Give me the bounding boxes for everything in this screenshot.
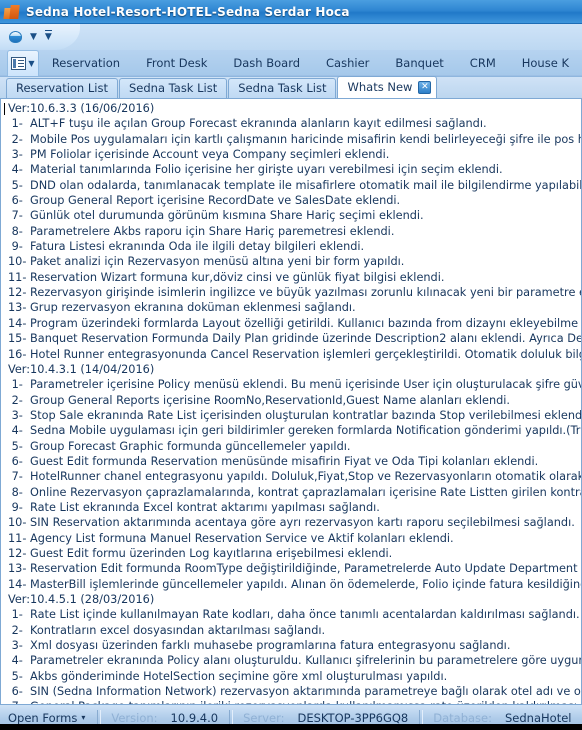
document-tab-strip: Reservation List Sedna Task List Sedna T…	[0, 76, 582, 99]
changelog-item: 9- Fatura Listesi ekranında Oda ile ilgi…	[8, 240, 365, 254]
version-header: Ver:10.6.3.3 (16/06/2016)	[8, 102, 155, 115]
changelog-item: 1- Parametreler içerisine Policy menüsü …	[11, 378, 581, 392]
application-menu-icon	[11, 57, 27, 70]
changelog-item: 2- Mobile Pos uygulamaları için kartlı ç…	[11, 132, 581, 146]
chevron-down-icon: ▾	[81, 713, 86, 722]
document-tab-reservation-list[interactable]: Reservation List	[6, 78, 118, 98]
document-tab-sedna-task-list-1[interactable]: Sedna Task List	[118, 78, 228, 98]
changelog-item: 3- Stop Sale ekranında Rate List içerisi…	[8, 408, 581, 422]
close-icon[interactable]: ✕	[418, 81, 432, 94]
save-icon[interactable]	[9, 31, 22, 43]
database-value: SednaHotel	[505, 710, 572, 725]
document-tab-sedna-task-list-2[interactable]: Sedna Task List	[228, 78, 337, 98]
changelog-item: 9- Rate List ekranında Excel kontrat akt…	[8, 500, 380, 514]
changelog-item: 3- PM Foliolar içerisinde Account veya C…	[8, 148, 390, 162]
ribbon-tab-dash-board[interactable]: Dash Board	[220, 50, 313, 76]
open-forms-button[interactable]: Open Forms ▾	[6, 711, 93, 725]
quick-access-toolbar: ▼ ▼	[0, 24, 582, 50]
server-value: DESKTOP-3PP6GQ8	[297, 710, 409, 725]
chevron-down-icon: ▼	[28, 58, 35, 68]
application-menu-button[interactable]: ▼	[7, 50, 39, 76]
version-label: Version:	[111, 710, 158, 725]
changelog-item: 3- Xml dosyası üzerinden farklı muhasebe…	[8, 639, 511, 653]
changelog-item: 1- Rate List içinde kullanılmayan Rate k…	[8, 608, 580, 622]
changelog-item: 14- MasterBill işlemlerinde güncellemele…	[8, 577, 581, 591]
changelog-item: 6- SIN (Sedna Information Network) rezer…	[11, 685, 581, 699]
changelog-item: 4- Parametreler ekranında Policy alanı o…	[11, 654, 581, 668]
whats-new-content-panel: Ver:10.6.3.3 (16/06/2016) 1- ALT+F tuşu …	[0, 99, 582, 704]
changelog-item: 13- Grup rezervasyon ekranına doküman ek…	[8, 301, 356, 315]
changelog-item: 12- Guest Edit formu üzerinden Log kayıt…	[8, 546, 393, 560]
changelog-item: 10- SIN Reservation aktarımında acentaya…	[8, 516, 575, 530]
changelog-item: 11- Agency List formuna Manuel Reservati…	[8, 531, 454, 545]
customize-quick-access-icon[interactable]: ▼	[44, 29, 52, 42]
changelog-item: 15- Banquet Reservation Formunda Daily P…	[8, 332, 581, 346]
changelog-item: 16- Hotel Runner entegrasyonunda Cancel …	[8, 347, 581, 361]
version-header: Ver:10.4.5.1 (28/03/2016)	[8, 593, 155, 606]
changelog-item: 2- Group General Reports içerisine RoomN…	[8, 393, 511, 407]
changelog-item: 10- Paket analizi için Rezervasyon menüs…	[8, 255, 405, 269]
changelog-item: 7- HotelRunner chanel entegrasyonu yapıl…	[11, 470, 581, 484]
ribbon-tab-crm[interactable]: CRM	[457, 50, 509, 76]
ribbon-tab-strip: ▼ Reservation Front Desk Dash Board Cash…	[0, 50, 582, 77]
server-label: Server:	[243, 710, 285, 725]
database-label: Database:	[433, 710, 492, 725]
text-caret	[4, 103, 5, 115]
changelog-item: 7- General Package tanımlarının ileriki …	[8, 699, 581, 704]
application-window: Sedna Hotel-Resort-HOTEL-Sedna Serdar Ho…	[0, 0, 582, 730]
changelog-item: 4- Sedna Mobile uygulaması için geri bil…	[11, 424, 581, 438]
screen-edge	[0, 724, 582, 730]
changelog-item: 8- Parametrelere Akbs raporu için Share …	[8, 224, 395, 238]
ribbon-tab-front-desk[interactable]: Front Desk	[133, 50, 220, 76]
title-bar: Sedna Hotel-Resort-HOTEL-Sedna Serdar Ho…	[0, 0, 582, 24]
changelog-item: 5- Akbs gönderiminde HotelSection seçimi…	[8, 669, 448, 683]
changelog-item: 11- Reservation Wizart formuna kur,döviz…	[8, 270, 445, 284]
open-forms-label: Open Forms	[8, 710, 78, 725]
changelog-text: Ver:10.6.3.3 (16/06/2016) 1- ALT+F tuşu …	[3, 101, 581, 704]
window-title: Sedna Hotel-Resort-HOTEL-Sedna Serdar Ho…	[26, 4, 350, 19]
changelog-item: 6- Guest Edit formunda Reservation menüs…	[8, 454, 539, 468]
ribbon-tab-housekeeping[interactable]: House K	[509, 50, 582, 76]
document-tab-whats-new[interactable]: Whats New ✕	[337, 76, 438, 98]
changelog-item: 2- Kontratların excel dosyasından aktarı…	[8, 623, 326, 637]
sedna-book-icon	[3, 4, 20, 19]
changelog-item: 1- ALT+F tuşu ile açılan Group Forecast …	[8, 117, 487, 131]
version-header: Ver:10.4.3.1 (14/04/2016)	[8, 362, 155, 376]
changelog-item: 5- Group Forecast Graphic formunda günce…	[8, 439, 351, 453]
changelog-item: 4- Material tanımlarında Folio içerisine…	[8, 163, 503, 177]
chevron-down-icon[interactable]: ▼	[30, 32, 37, 42]
changelog-item: 13- Reservation Edit formunda RoomType d…	[8, 562, 578, 576]
quick-access-pill: ▼ ▼	[0, 24, 80, 50]
changelog-item: 7- Günlük otel durumunda görünüm kısmına…	[8, 209, 424, 223]
changelog-item: 5- DND olan odalarda, tanımlanacak templ…	[11, 178, 581, 192]
ribbon-tab-banquet[interactable]: Banquet	[382, 50, 456, 76]
ribbon-tab-cashier[interactable]: Cashier	[313, 50, 382, 76]
document-tab-label: Whats New	[347, 80, 413, 94]
version-value: 10.9.4.0	[170, 710, 219, 725]
ribbon-tab-reservation[interactable]: Reservation	[39, 50, 133, 76]
changelog-item: 8- Online Rezervasyon çaprazlamalarında,…	[11, 485, 581, 499]
changelog-item: 6- Group General Report içerisine Record…	[8, 194, 401, 208]
changelog-item: 14- Program üzerindeki formlarda Layout …	[8, 316, 579, 330]
changelog-item: 12- Rezervasyon girişinde isimlerin ingi…	[8, 286, 581, 300]
